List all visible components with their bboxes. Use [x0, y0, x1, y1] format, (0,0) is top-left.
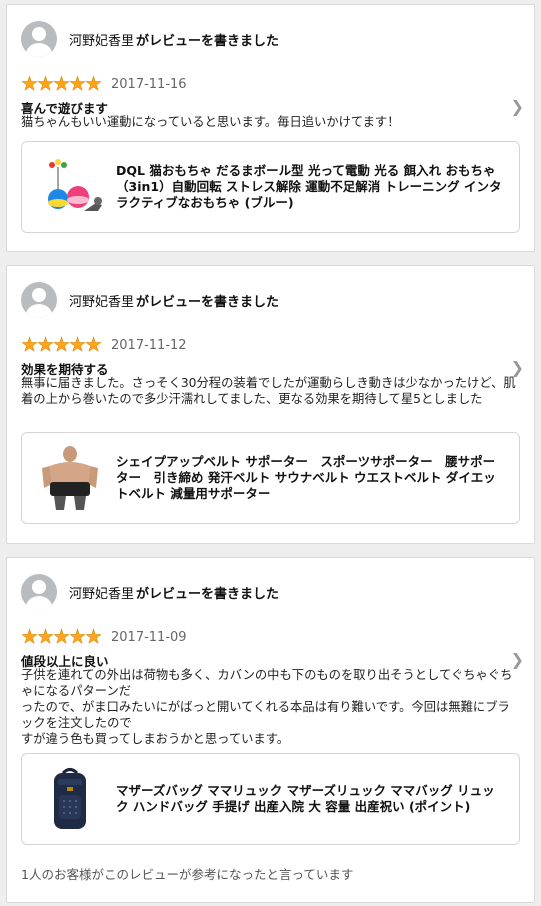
star-icon: ★ — [85, 73, 103, 95]
avatar[interactable] — [21, 21, 57, 57]
star-icon: ★ — [53, 626, 71, 648]
star-icon: ★ — [85, 334, 103, 356]
star-icon: ★ — [37, 73, 55, 95]
product-link[interactable]: シェイプアップベルト サポーター スポーツサポーター 腰サポーター 引き締め 発… — [21, 432, 520, 524]
product-name[interactable]: DQL 猫おもちゃ だるまボール型 光って電動 光る 餌入れ おもちゃ（3in1… — [116, 163, 505, 211]
product-name[interactable]: マザーズバッグ ママリュック マザーズリュック ママバッグ リュック ハンドバッ… — [116, 783, 505, 815]
backpack-icon — [54, 768, 86, 829]
star-icon: ★ — [69, 73, 87, 95]
review-body: 子供を連れての外出は荷物も多く、カバンの中も下のものを取り出そうとしてぐちゃぐち… — [21, 668, 513, 746]
chevron-right-icon[interactable]: ❯ — [511, 358, 524, 377]
product-link[interactable]: マザーズバッグ ママリュック マザーズリュック ママバッグ リュック ハンドバッ… — [21, 753, 520, 845]
review-card: 河野妃香里 がレビューを書きました ★ ★ ★ ★ ★ 2017-11-16 喜んで遊びま… — [6, 4, 535, 252]
star-icon: ★ — [85, 626, 103, 648]
rating-row: ★ ★ ★ ★ ★ 2017-11-12 — [21, 334, 187, 356]
star-icon: ★ — [69, 334, 87, 356]
star-rating: ★ ★ ★ ★ ★ — [21, 626, 103, 648]
star-icon: ★ — [53, 73, 71, 95]
star-icon: ★ — [21, 73, 39, 95]
review-body: 無事に届きました。さっそく30分程の装着でしたが運動らしき動きは少なかったけど、… — [21, 376, 516, 406]
author-line: 河野妃香里 がレビューを書きました — [69, 583, 279, 602]
author-name[interactable]: 河野妃香里 — [69, 34, 134, 49]
star-icon: ★ — [37, 626, 55, 648]
review-card: 河野妃香里 がレビューを書きました ★ ★ ★ ★ ★ 2017-11-12 効果を期待す… — [6, 265, 535, 544]
review-body: 猫ちゃんもいい運動になっていると思います。毎日追いかけてます！ — [21, 115, 400, 129]
author-action: がレビューを書きました — [136, 33, 280, 49]
star-icon: ★ — [53, 334, 71, 356]
review-header: 河野妃香里 がレビューを書きました — [21, 280, 279, 320]
author-action: がレビューを書きました — [136, 294, 280, 310]
avatar[interactable] — [21, 282, 57, 318]
avatar[interactable] — [21, 574, 57, 610]
author-name[interactable]: 河野妃香里 — [69, 587, 134, 602]
chevron-right-icon[interactable]: ❯ — [511, 650, 524, 669]
star-icon: ★ — [21, 334, 39, 356]
product-link[interactable]: DQL 猫おもちゃ だるまボール型 光って電動 光る 餌入れ おもちゃ（3in1… — [21, 141, 520, 233]
product-name[interactable]: シェイプアップベルト サポーター スポーツサポーター 腰サポーター 引き締め 発… — [116, 454, 505, 502]
review-card: 河野妃香里 がレビューを書きました ★ ★ ★ ★ ★ 2017-11-09 値段以上に良… — [6, 557, 535, 903]
review-date: 2017-11-09 — [111, 629, 187, 645]
star-icon: ★ — [37, 334, 55, 356]
waist-belt-icon — [42, 446, 98, 510]
helpful-count: 1人のお客様がこのレビューが参考になったと言っています — [21, 867, 354, 882]
author-line: 河野妃香里 がレビューを書きました — [69, 291, 279, 310]
author-action: がレビューを書きました — [136, 586, 280, 602]
star-rating: ★ ★ ★ ★ ★ — [21, 73, 103, 95]
review-header: 河野妃香里 がレビューを書きました — [21, 19, 279, 59]
cat-toy-icon — [48, 159, 102, 211]
star-rating: ★ ★ ★ ★ ★ — [21, 334, 103, 356]
review-header: 河野妃香里 がレビューを書きました — [21, 572, 279, 612]
rating-row: ★ ★ ★ ★ ★ 2017-11-16 — [21, 73, 187, 95]
rating-row: ★ ★ ★ ★ ★ 2017-11-09 — [21, 626, 187, 648]
star-icon: ★ — [21, 626, 39, 648]
author-line: 河野妃香里 がレビューを書きました — [69, 30, 279, 49]
review-date: 2017-11-16 — [111, 76, 187, 92]
star-icon: ★ — [69, 626, 87, 648]
chevron-right-icon[interactable]: ❯ — [511, 97, 524, 116]
author-name[interactable]: 河野妃香里 — [69, 295, 134, 310]
review-date: 2017-11-12 — [111, 337, 187, 353]
